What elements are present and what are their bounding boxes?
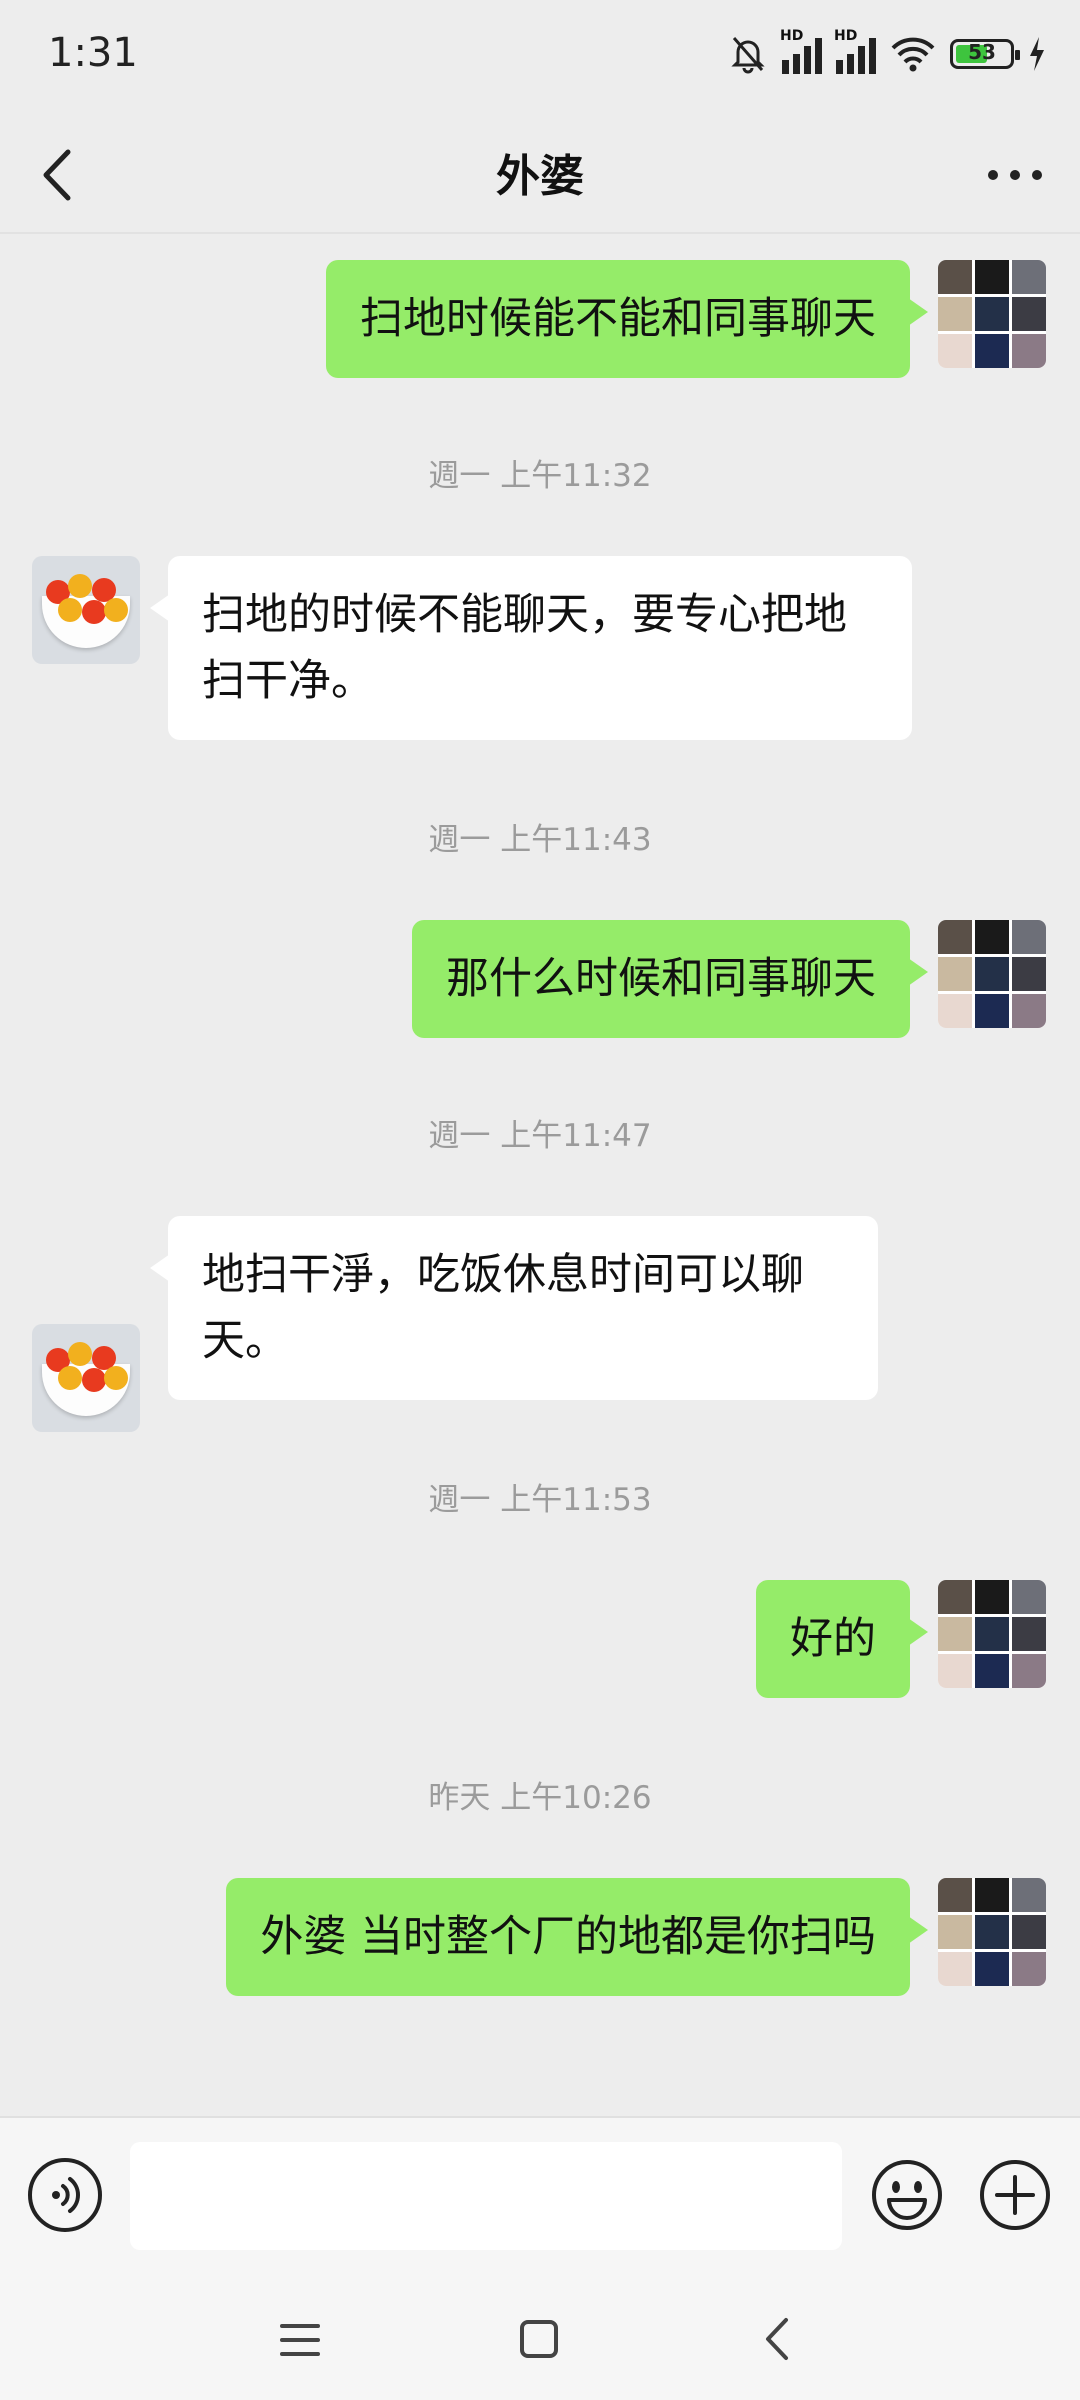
- my-avatar[interactable]: [938, 920, 1046, 1028]
- nav-back-button[interactable]: [758, 2314, 798, 2364]
- voice-icon: [52, 2177, 80, 2213]
- chat-header: 外婆: [0, 120, 1080, 230]
- header-divider: [0, 232, 1080, 234]
- message-bubble-sent[interactable]: 好的: [756, 1580, 928, 1698]
- timestamp: 週一 上午11:43: [428, 822, 652, 858]
- timestamp: 週一 上午11:32: [428, 458, 652, 494]
- contact-avatar[interactable]: [32, 556, 140, 664]
- charging-icon: [1030, 37, 1044, 71]
- input-bar: [0, 2116, 1080, 2276]
- my-avatar[interactable]: [938, 1878, 1046, 1986]
- my-avatar[interactable]: [938, 1580, 1046, 1688]
- message-bubble-sent[interactable]: 那什么时候和同事聊天: [412, 920, 928, 1038]
- nav-menu-button[interactable]: [278, 2320, 322, 2360]
- status-icons: HD HD 53: [728, 28, 1046, 74]
- emoji-icon: [872, 2160, 942, 2230]
- status-time: 1:31: [48, 30, 138, 76]
- menu-icon: [280, 2324, 320, 2356]
- battery-icon: 53: [950, 39, 1020, 69]
- message-bubble-received[interactable]: 地扫干淨，吃饭休息时间可以聊天。: [150, 1216, 878, 1400]
- more-button[interactable]: [980, 140, 1050, 210]
- contact-avatar[interactable]: [32, 1324, 140, 1432]
- nav-home-button[interactable]: [518, 2318, 560, 2360]
- signal-icon-2: HD: [834, 28, 876, 74]
- my-avatar[interactable]: [938, 260, 1046, 368]
- timestamp: 週一 上午11:53: [428, 1482, 652, 1518]
- timestamp: 週一 上午11:47: [428, 1118, 652, 1154]
- message-input[interactable]: [130, 2142, 842, 2250]
- battery-level: 53: [968, 40, 996, 64]
- home-icon: [520, 2320, 558, 2358]
- navigation-bar: [0, 2276, 1080, 2400]
- back-icon: [766, 2318, 788, 2360]
- more-dots-icon: [988, 170, 1042, 180]
- chat-title: 外婆: [496, 151, 584, 202]
- plus-button[interactable]: [978, 2158, 1052, 2232]
- plus-icon: [980, 2160, 1050, 2230]
- message-bubble-received[interactable]: 扫地的时候不能聊天，要专心把地扫干净。: [150, 556, 912, 740]
- wifi-icon: [891, 37, 935, 72]
- mute-icon: [731, 37, 765, 74]
- voice-button[interactable]: [28, 2158, 102, 2232]
- emoji-button[interactable]: [870, 2158, 944, 2232]
- message-bubble-sent[interactable]: 扫地时候能不能和同事聊天: [326, 260, 928, 378]
- signal-icon-1: HD: [780, 28, 822, 74]
- timestamp: 昨天 上午10:26: [428, 1780, 652, 1816]
- message-bubble-sent[interactable]: 外婆 当时整个厂的地都是你扫吗: [226, 1878, 928, 1996]
